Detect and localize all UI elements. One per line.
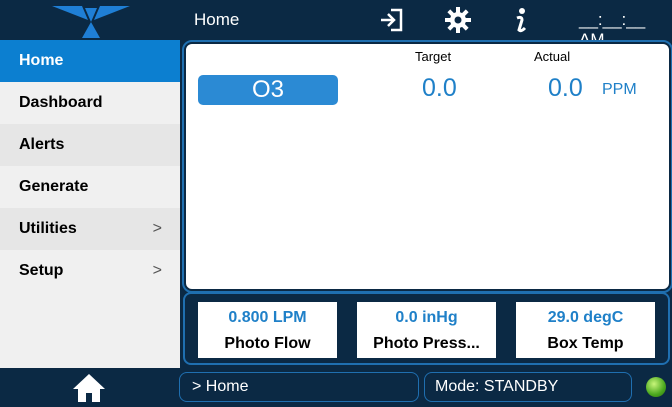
breadcrumb: > Home	[179, 372, 419, 402]
status-led-icon	[646, 377, 666, 397]
main-panel: O3 Target Actual 0.0 0.0 PPM	[182, 40, 672, 293]
home-icon	[73, 374, 105, 402]
sidebar-item-generate[interactable]: Generate	[0, 166, 180, 208]
tile-photo-press[interactable]: 0.0 inHg Photo Press...	[357, 302, 496, 358]
chevron-right-icon: >	[152, 262, 162, 279]
sidebar-item-label: Alerts	[19, 136, 65, 153]
dashboard-tiles: 0.800 LPM Photo Flow 0.0 inHg Photo Pres…	[183, 292, 670, 365]
sidebar-item-alerts[interactable]: Alerts	[0, 124, 180, 166]
sidebar-item-home[interactable]: Home	[0, 40, 180, 82]
sidebar-item-setup[interactable]: Setup >	[0, 250, 180, 292]
target-value: 0.0	[422, 74, 457, 102]
mode-status: Mode: STANDBY	[424, 372, 632, 402]
gas-select-button[interactable]: O3	[198, 75, 338, 105]
tile-photo-flow[interactable]: 0.800 LPM Photo Flow	[198, 302, 337, 358]
sidebar-item-label: Generate	[19, 178, 89, 195]
tile-box-temp[interactable]: 29.0 degC Box Temp	[516, 302, 655, 358]
tile-name: Box Temp	[547, 335, 624, 352]
chevron-right-icon: >	[152, 220, 162, 237]
logo-icon	[52, 6, 130, 38]
tile-value: 29.0 degC	[547, 309, 624, 326]
sidebar-item-label: Home	[19, 52, 64, 69]
info-icon[interactable]	[507, 6, 535, 34]
sidebar-item-utilities[interactable]: Utilities >	[0, 208, 180, 250]
sidebar-item-dashboard[interactable]: Dashboard	[0, 82, 180, 124]
tile-value: 0.800 LPM	[228, 309, 307, 326]
sidebar-item-label: Setup	[19, 262, 64, 279]
actual-label: Actual	[534, 49, 571, 64]
sidebar: Home Dashboard Alerts Generate Utilities…	[0, 40, 180, 368]
gear-icon[interactable]	[444, 6, 472, 34]
tile-name: Photo Press...	[373, 335, 480, 352]
tile-value: 0.0 inHg	[395, 309, 458, 326]
actual-value: 0.0	[548, 74, 583, 102]
home-button[interactable]	[0, 370, 180, 407]
unit-label: PPM	[602, 81, 637, 98]
target-label: Target	[415, 49, 452, 64]
sidebar-item-label: Dashboard	[19, 94, 103, 111]
page-title: Home	[194, 10, 240, 29]
top-bar: Home __:__:__ AM	[0, 0, 672, 49]
sidebar-item-label: Utilities	[19, 220, 77, 237]
brand-logo	[0, 0, 182, 40]
logout-icon[interactable]	[377, 6, 405, 34]
tile-name: Photo Flow	[224, 335, 311, 352]
